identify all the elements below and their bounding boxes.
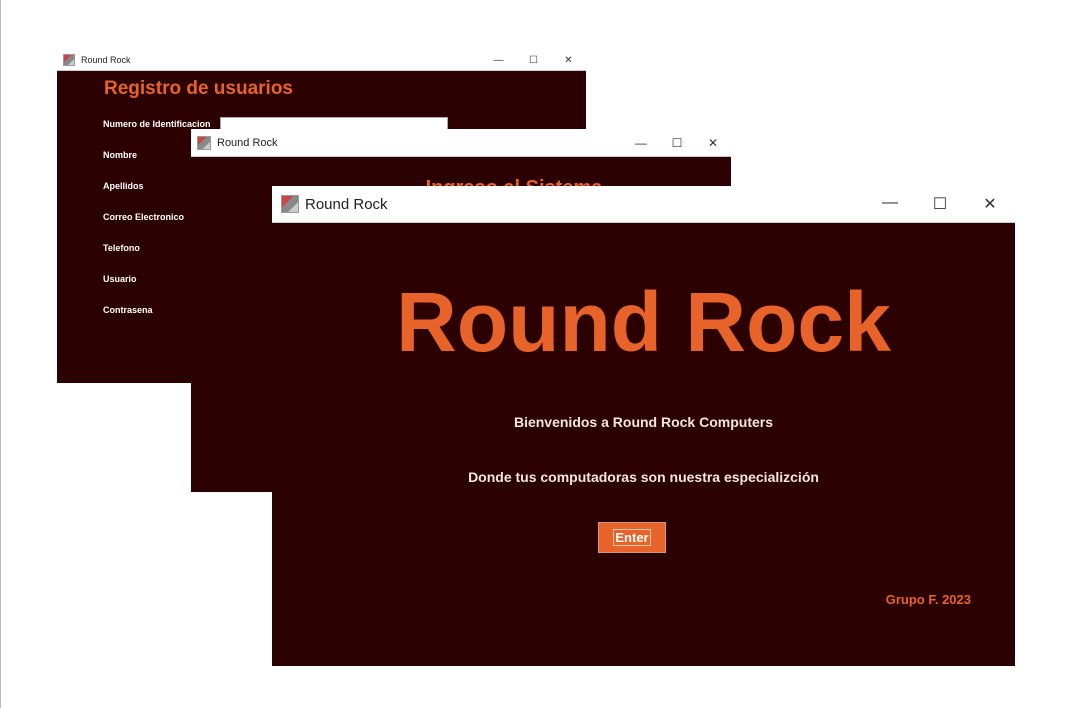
app-icon <box>281 195 299 213</box>
field-label-correo: Correo Electronico <box>103 212 185 222</box>
field-label-usuario: Usuario <box>103 274 137 284</box>
minimize-button[interactable]: — <box>481 55 516 66</box>
close-button[interactable]: ✕ <box>551 55 586 66</box>
maximize-button[interactable]: ☐ <box>659 136 695 150</box>
page-title: Registro de usuarios <box>104 78 293 99</box>
field-label-contrasena: Contrasena <box>103 305 153 315</box>
app-icon <box>63 54 75 66</box>
minimize-button[interactable]: — <box>623 136 659 150</box>
window-title: Round Rock <box>81 55 131 65</box>
title-bar: Round Rock — ☐ ✕ <box>272 186 1015 223</box>
footer-credit: Grupo F. 2023 <box>885 592 971 607</box>
minimize-button[interactable]: — <box>865 194 915 214</box>
field-label-nombre: Nombre <box>103 150 138 160</box>
window-title: Round Rock <box>305 195 388 213</box>
maximize-button[interactable]: ☐ <box>915 194 965 214</box>
field-label-telefono: Telefono <box>103 243 140 253</box>
hero-title: Round Rock <box>396 275 891 369</box>
title-bar: Round Rock — ☐ ✕ <box>191 129 731 157</box>
maximize-button[interactable]: ☐ <box>516 55 551 66</box>
field-label-id: Numero de Identificacion <box>103 119 211 129</box>
welcome-window: Round Rock — ☐ ✕ Round Rock Bienvenidos … <box>272 186 1015 666</box>
close-button[interactable]: ✕ <box>695 136 731 150</box>
welcome-line: Bienvenidos a Round Rock Computers <box>513 414 774 430</box>
tagline: Donde tus computadoras son nuestra espec… <box>468 469 819 485</box>
screen-edge <box>0 0 1 708</box>
window-title: Round Rock <box>217 136 278 149</box>
enter-label: Enter <box>613 529 651 546</box>
title-bar: Round Rock — ☐ ✕ <box>57 50 586 71</box>
app-icon <box>197 135 211 150</box>
enter-button[interactable]: Enter <box>598 522 666 553</box>
field-label-apellidos: Apellidos <box>103 181 144 191</box>
close-button[interactable]: ✕ <box>965 194 1015 214</box>
